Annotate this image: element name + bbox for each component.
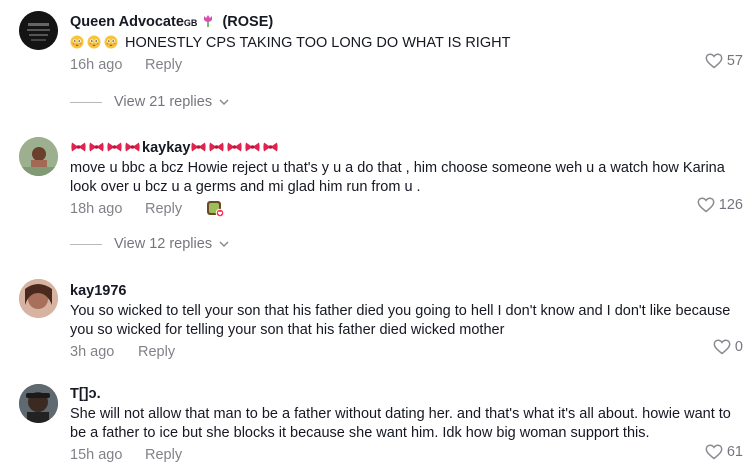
bow-emoji [191,142,206,152]
like-button[interactable]: 126 [697,197,743,213]
bow-emoji [209,142,224,152]
view-replies-button[interactable]: View 12 replies [70,236,230,252]
comment-username[interactable]: kay1976 [70,282,741,300]
comment-timestamp: 18h ago [70,201,123,217]
comment-item: T[]ɔ. She will not allow that man to be … [0,376,755,476]
flushed-face-emoji [87,35,101,49]
chevron-down-icon [219,99,229,106]
comment-meta: 15h ago Reply [70,447,741,467]
comment-item: kaykay move u bbc a bcz Howie reject u t… [0,130,755,220]
bow-emoji [71,142,86,152]
like-count: 126 [718,197,743,213]
heart-icon [697,197,715,213]
comment-meta: 18h ago Reply [70,201,741,221]
comment-text: You so wicked to tell your son that his … [70,303,731,338]
bow-emoji [125,142,140,152]
bow-emoji [263,142,278,152]
comment-text: HONESTLY CPS TAKING TOO LONG DO WHAT IS … [70,34,741,53]
comment-item: kay1976 You so wicked to tell your son t… [0,272,755,364]
divider [70,243,102,245]
comment-text: move u bbc a bcz Howie reject u that's y… [70,160,725,195]
comment-timestamp: 3h ago [70,344,115,360]
heart-icon [705,53,723,69]
comment-meta: 3h ago Reply [70,344,741,364]
reply-button[interactable]: Reply [138,344,175,360]
bow-emoji [245,142,260,152]
like-count: 57 [726,53,743,69]
reply-button[interactable]: Reply [145,447,182,463]
bow-emoji [89,142,104,152]
bow-emoji [107,142,122,152]
creator-liked-badge-icon [207,201,224,218]
avatar[interactable] [19,11,58,50]
avatar[interactable] [19,137,58,176]
reply-button[interactable]: Reply [145,57,182,73]
heart-icon [713,339,731,355]
reply-button[interactable]: Reply [145,201,182,217]
heart-icon [705,444,723,460]
comment-timestamp: 16h ago [70,57,123,73]
like-count: 0 [734,339,743,355]
comment-username[interactable]: kaykay [70,139,741,157]
divider [70,101,102,103]
like-count: 61 [726,444,743,460]
comment-username[interactable]: T[]ɔ. [70,385,741,403]
like-button[interactable]: 57 [705,53,743,69]
flushed-face-emoji [70,35,84,49]
like-button[interactable]: 0 [713,339,743,355]
avatar[interactable] [19,279,58,318]
comment-username[interactable]: Queen AdvocateGB (ROSE) [70,13,741,32]
comment-text: She will not allow that man to be a fath… [70,406,731,441]
chevron-down-icon [219,241,229,248]
avatar[interactable] [19,384,58,423]
comment-timestamp: 15h ago [70,447,123,463]
comment-item: Queen AdvocateGB (ROSE) HONESTLY CPS TAK… [0,0,755,78]
like-button[interactable]: 61 [705,444,743,460]
comment-meta: 16h ago Reply [70,57,741,77]
bow-emoji [227,142,242,152]
view-replies-button[interactable]: View 21 replies [70,94,230,110]
flushed-face-emoji [104,35,118,49]
tulip-emoji [204,15,213,27]
